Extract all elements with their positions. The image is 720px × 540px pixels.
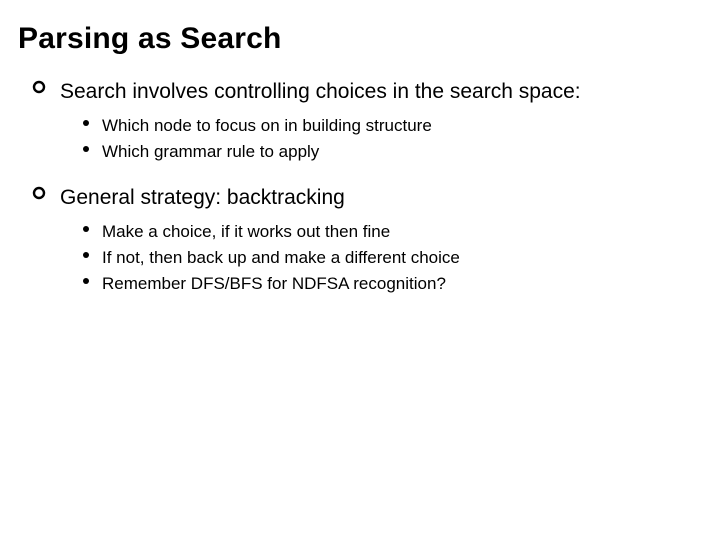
disc-icon (82, 145, 90, 153)
sub-list-item: Make a choice, if it works out then fine (82, 220, 702, 244)
list-item-text: Search involves controlling choices in t… (60, 78, 581, 106)
slide: Parsing as Search Search involves contro… (0, 0, 720, 540)
hollow-circle-icon (32, 80, 46, 94)
sub-list: Which node to focus on in building struc… (82, 114, 702, 164)
disc-icon (82, 277, 90, 285)
list-item: Search involves controlling choices in t… (32, 78, 702, 106)
sub-list-item: Which grammar rule to apply (82, 140, 702, 164)
sub-list-item-text: Make a choice, if it works out then fine (102, 220, 390, 244)
slide-title: Parsing as Search (18, 22, 702, 56)
sub-list-item-text: Which grammar rule to apply (102, 140, 319, 164)
sub-list-item-text: Which node to focus on in building struc… (102, 114, 432, 138)
hollow-circle-icon (32, 186, 46, 200)
disc-icon (82, 225, 90, 233)
sub-list: Make a choice, if it works out then fine… (82, 220, 702, 295)
list-item: General strategy: backtracking (32, 184, 702, 212)
disc-icon (82, 251, 90, 259)
sub-list-item: Which node to focus on in building struc… (82, 114, 702, 138)
sub-list-item: Remember DFS/BFS for NDFSA recognition? (82, 272, 702, 296)
sub-list-item-text: If not, then back up and make a differen… (102, 246, 460, 270)
list-item-text: General strategy: backtracking (60, 184, 345, 212)
disc-icon (82, 119, 90, 127)
sub-list-item: If not, then back up and make a differen… (82, 246, 702, 270)
sub-list-item-text: Remember DFS/BFS for NDFSA recognition? (102, 272, 446, 296)
